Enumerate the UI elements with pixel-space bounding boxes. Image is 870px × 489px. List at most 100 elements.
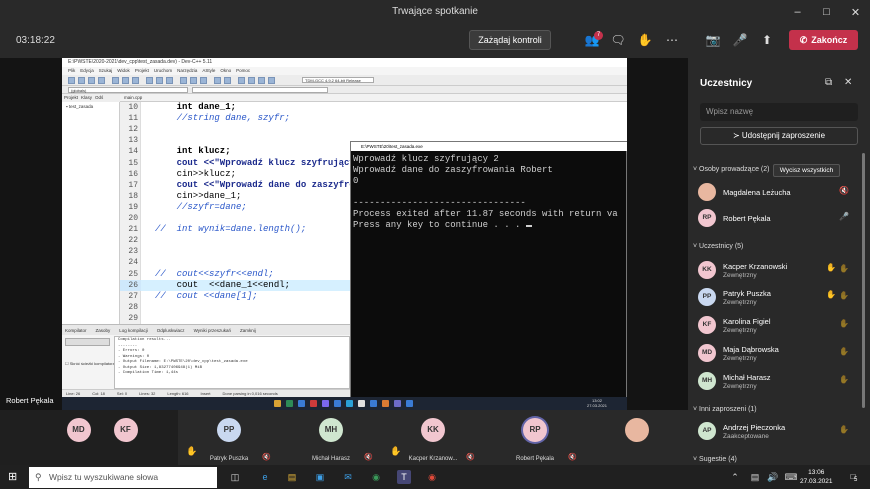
- presenters-header[interactable]: ˅ Osoby prowadzące (2): [693, 166, 769, 173]
- taskbar-search[interactable]: ⚲ Wpisz tu wyszukiwane słowa: [29, 467, 217, 488]
- window-controls: – □ ✕: [783, 0, 870, 24]
- project-tab[interactable]: Klasy: [81, 94, 92, 102]
- line-text: [141, 257, 155, 267]
- video-tile[interactable]: MH Michał Harasz 🔇: [280, 410, 382, 465]
- code-line: 11 //string dane, szyfr;: [120, 113, 627, 124]
- task-view-icon[interactable]: ◫: [228, 470, 242, 484]
- editor-tab[interactable]: main.cpp: [120, 94, 627, 102]
- raised-hand-icon: ✋: [826, 290, 836, 299]
- project-tab[interactable]: Projekt: [64, 94, 78, 102]
- store-icon[interactable]: ▣: [313, 470, 327, 484]
- abort-button[interactable]: [65, 338, 110, 346]
- mic-off-icon[interactable]: 🎤: [731, 32, 749, 48]
- ide-menu-item[interactable]: Edycja: [80, 67, 94, 75]
- presenter-name: Robert Pękala: [6, 396, 54, 405]
- tray-chevron-icon[interactable]: ⌃: [728, 470, 742, 484]
- close-icon[interactable]: ✕: [841, 0, 870, 24]
- line-text: [141, 302, 155, 312]
- bottom-tab[interactable]: Zamknij: [240, 325, 256, 335]
- ide-menu-item[interactable]: Plik: [68, 67, 75, 75]
- others-header[interactable]: ˅ Inni zaproszeni (1): [693, 406, 757, 413]
- project-tree-item[interactable]: ▪ test_zasada: [66, 104, 93, 109]
- request-control-button[interactable]: Zażądaj kontroli: [469, 30, 551, 50]
- participant-row[interactable]: KK Kacper Krzanowski Zewnętrzny ✋ ✋: [698, 261, 868, 285]
- project-tab[interactable]: Odś: [95, 94, 103, 102]
- video-tile[interactable]: KK Kacper Krzanow... ✋ 🔇: [382, 410, 484, 465]
- minimize-icon[interactable]: –: [783, 0, 812, 24]
- globals-select[interactable]: (globals): [68, 87, 188, 93]
- reactions-icon[interactable]: ✋: [636, 32, 654, 48]
- participant-search-input[interactable]: Wpisz nazwę: [700, 103, 858, 121]
- video-tile[interactable]: KF: [102, 410, 149, 465]
- function-select[interactable]: [192, 87, 328, 93]
- notifications-icon[interactable]: □ 5: [846, 470, 860, 484]
- leave-button[interactable]: ✆ Zakończ: [789, 30, 858, 50]
- console-line: Press any key to continue . . .: [353, 220, 532, 231]
- mail-icon[interactable]: ✉: [341, 470, 355, 484]
- chrome-icon[interactable]: ◉: [425, 470, 439, 484]
- suggestions-header[interactable]: ˅ Sugestie (4): [693, 456, 737, 463]
- console-window[interactable]: E:\PWSTE\20\test_zasada.exe Wprowadź klu…: [350, 141, 627, 410]
- volume-icon[interactable]: 🔊: [766, 470, 780, 484]
- more-icon[interactable]: ⋯: [663, 32, 681, 48]
- bottom-tab[interactable]: Odpluskwiacz: [157, 325, 185, 335]
- participant-name: Maja Dąbrowska: [723, 345, 779, 354]
- ide-menu-item[interactable]: Projekt: [135, 67, 149, 75]
- close-pane-icon[interactable]: ✕: [844, 77, 852, 88]
- attendees-header[interactable]: ˅ Uczestnicy (5): [693, 243, 743, 250]
- hand-outline-icon: ✋: [839, 264, 849, 273]
- video-tile[interactable]: RP Robert Pękala 🔇: [484, 410, 586, 465]
- video-tile[interactable]: MD: [55, 410, 102, 465]
- keyboard-icon[interactable]: ⌨: [784, 470, 798, 484]
- ide-menu-item[interactable]: Szukaj: [99, 67, 113, 75]
- mute-all-button[interactable]: Wycisz wszystkich: [773, 164, 840, 177]
- popout-icon[interactable]: ⧉: [825, 77, 832, 88]
- bottom-tab[interactable]: Kompilator: [65, 325, 87, 335]
- line-text: [141, 313, 155, 323]
- bottom-tab[interactable]: Wyniki przeszukań: [194, 325, 231, 335]
- participant-row[interactable]: PP Patryk Puszka Zewnętrzny ✋ ✋: [698, 288, 868, 312]
- line-text: cout <<dane_1<<endl;: [155, 279, 291, 290]
- raised-hand-icon: ✋: [390, 446, 402, 456]
- ide-menu-item[interactable]: Uruchom: [154, 67, 172, 75]
- bottom-tab[interactable]: Log kompilacji: [119, 325, 148, 335]
- ide-menu-item[interactable]: Widok: [117, 67, 130, 75]
- xbox-icon[interactable]: ◉: [369, 470, 383, 484]
- participant-row[interactable]: RP Robert Pękala 🎤: [698, 209, 868, 233]
- hand-outline-icon: ✋: [839, 347, 849, 356]
- bottom-tab[interactable]: Zasoby: [96, 325, 111, 335]
- share-screen-icon[interactable]: ⬆: [758, 32, 776, 48]
- share-invite-button[interactable]: ≻ Udostępnij zaproszenie: [700, 127, 858, 145]
- participant-name: Andrzej Pieczonka: [723, 423, 786, 432]
- line-number: 14: [128, 147, 138, 157]
- taskbar-clock[interactable]: 13:06 27.03.2021: [800, 468, 833, 486]
- scrollbar[interactable]: [862, 153, 865, 408]
- hand-outline-icon: ✋: [839, 375, 849, 384]
- video-tile[interactable]: PP Patryk Puszka ✋ 🔇: [178, 410, 280, 465]
- file-explorer-icon[interactable]: ▤: [285, 470, 299, 484]
- project-name: test_zasada: [68, 104, 94, 109]
- ide-menu-item[interactable]: Narzędzia: [177, 67, 197, 75]
- participant-row[interactable]: Magdalena Leżucha 🔇: [698, 183, 868, 207]
- participant-row[interactable]: AP Andrzej Pieczonka Zaakceptowane ✋: [698, 422, 868, 446]
- camera-off-icon[interactable]: 📷: [704, 32, 722, 48]
- teams-icon[interactable]: T: [397, 470, 411, 484]
- participant-row[interactable]: MD Maja Dąbrowska Zewnętrzny ✋: [698, 344, 868, 368]
- participant-row[interactable]: KF Karolina Figiel Zewnętrzny ✋: [698, 316, 868, 340]
- chat-icon[interactable]: 🗨: [609, 32, 627, 48]
- shorten-paths-checkbox[interactable]: ☐ Skróć ścieżki kompilatora: [65, 361, 115, 366]
- participant-row[interactable]: MH Michał Harasz Zewnętrzny ✋: [698, 372, 868, 396]
- ide-menu-item[interactable]: Okno: [220, 67, 231, 75]
- network-icon[interactable]: ▤: [748, 470, 762, 484]
- video-tile[interactable]: [586, 410, 688, 465]
- start-icon[interactable]: ⊞: [8, 470, 17, 483]
- maximize-icon[interactable]: □: [812, 0, 841, 24]
- line-text: cout <<"Wprowadź klucz szyfrujący ";: [155, 157, 372, 168]
- compiler-select[interactable]: TDM-GCC 4.9.2 64-bit Release: [302, 77, 374, 83]
- participant-name: Michał Harasz: [723, 373, 771, 382]
- participant-name: Kacper Krzanowski: [723, 262, 788, 271]
- ide-menu-item[interactable]: AStyle: [202, 67, 215, 75]
- line-number: 26: [120, 279, 141, 291]
- edge-icon[interactable]: e: [258, 470, 272, 484]
- ide-menu-item[interactable]: Pomoc: [236, 67, 250, 75]
